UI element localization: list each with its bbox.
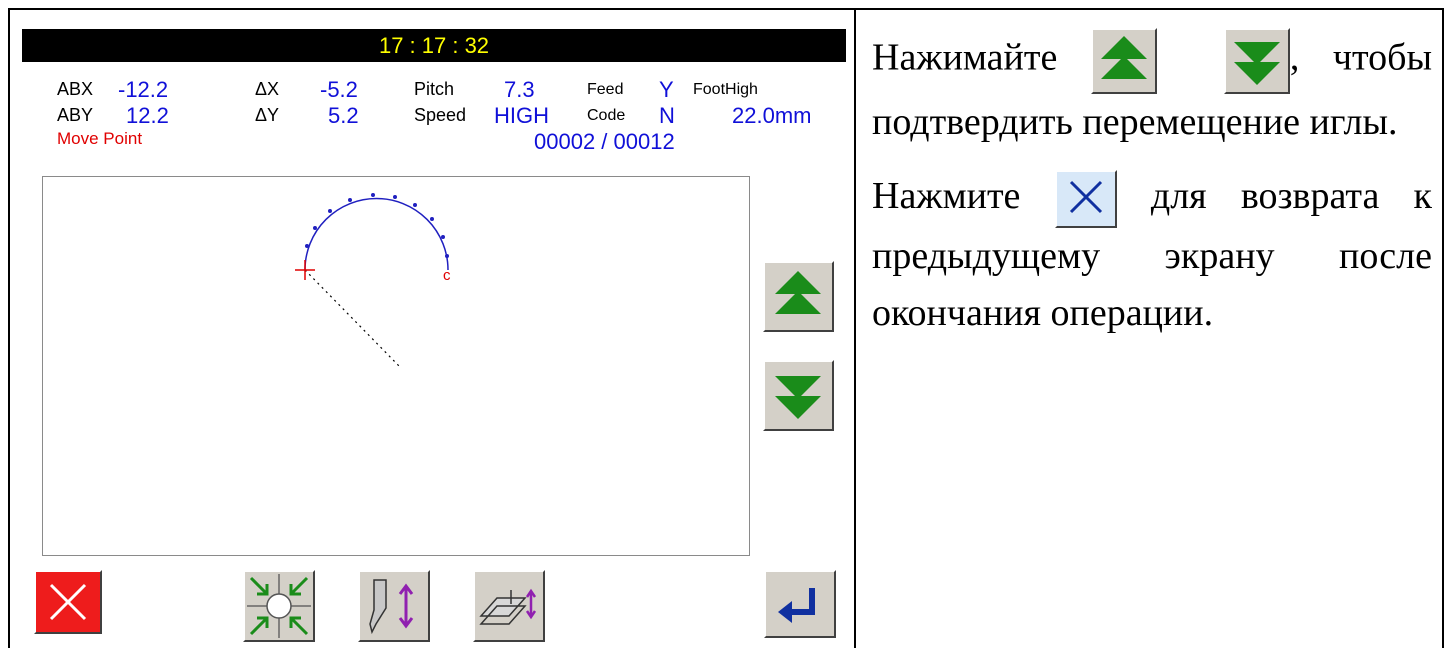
center-point-icon <box>247 574 311 638</box>
pitch-value: 7.3 <box>504 77 535 102</box>
column-divider <box>854 10 856 648</box>
instructions: Нажимайте , чтобы подтвердить перемещени… <box>872 28 1432 342</box>
needle-up-down-icon <box>369 579 414 635</box>
arrow-down-green-icon <box>775 376 821 419</box>
foothigh-value: 22.0mm <box>732 103 812 128</box>
instruction-2: Нажмите для возврата к предыдущему экран… <box>872 168 1432 342</box>
center-button[interactable] <box>243 570 315 642</box>
clock: 17 : 17 : 32 <box>378 33 490 58</box>
needle-button[interactable] <box>358 570 430 642</box>
speed-value: HIGH <box>494 103 549 128</box>
close-blue-icon <box>1069 181 1102 214</box>
inline-close-button-image <box>1054 170 1117 229</box>
abx-value: -12.2 <box>118 77 169 102</box>
move-line <box>304 269 400 367</box>
code-value: N <box>659 103 675 128</box>
instruction-1-start: Нажимайте <box>872 36 1091 79</box>
move-down-button[interactable] <box>763 360 834 431</box>
feed-label: Feed <box>587 81 624 98</box>
inline-up-button-image <box>1090 28 1157 94</box>
foothigh-label: FootHigh <box>693 81 758 98</box>
enter-button[interactable] <box>764 570 836 638</box>
instruction-1: Нажимайте , чтобы подтвердить перемещени… <box>872 28 1432 151</box>
dy-value: 5.2 <box>328 103 359 128</box>
cancel-button[interactable] <box>34 570 102 634</box>
mode-label: Move Point <box>57 129 143 148</box>
inline-down-button-image <box>1223 28 1290 94</box>
feed-value: Y <box>659 77 674 102</box>
presser-foot-button[interactable] <box>473 570 545 642</box>
code-label: Code <box>587 107 626 124</box>
speed-label: Speed <box>414 105 467 125</box>
machine-screen: 17 : 17 : 32 ABX -12.2 ABY 12.2 Move Poi… <box>22 29 846 648</box>
aby-value: 12.2 <box>126 103 169 128</box>
dy-label: ΔY <box>255 105 280 125</box>
dx-value: -5.2 <box>320 77 358 102</box>
pattern-canvas[interactable]: c <box>42 176 750 556</box>
arrow-up-green-icon <box>1100 36 1147 79</box>
arc-path <box>304 197 449 271</box>
dx-label: ΔX <box>255 79 280 99</box>
stitch-points <box>305 193 449 258</box>
enter-return-icon <box>778 588 815 623</box>
instruction-2-start: Нажмите <box>872 175 1055 217</box>
pitch-label: Pitch <box>414 79 455 99</box>
clock-bar: 17 : 17 : 32 <box>22 29 846 62</box>
presser-foot-height-icon <box>479 588 537 625</box>
arrow-up-green-icon <box>775 271 821 314</box>
abx-label: ABX <box>57 79 94 99</box>
pattern-drawing: c <box>295 193 451 367</box>
arrow-down-green-icon <box>1233 42 1280 85</box>
stitch-counter: 00002 / 00012 <box>534 129 675 154</box>
move-up-button[interactable] <box>763 261 834 332</box>
aby-label: ABY <box>57 105 94 125</box>
close-red-icon <box>49 583 87 621</box>
end-marker: c <box>443 267 451 284</box>
